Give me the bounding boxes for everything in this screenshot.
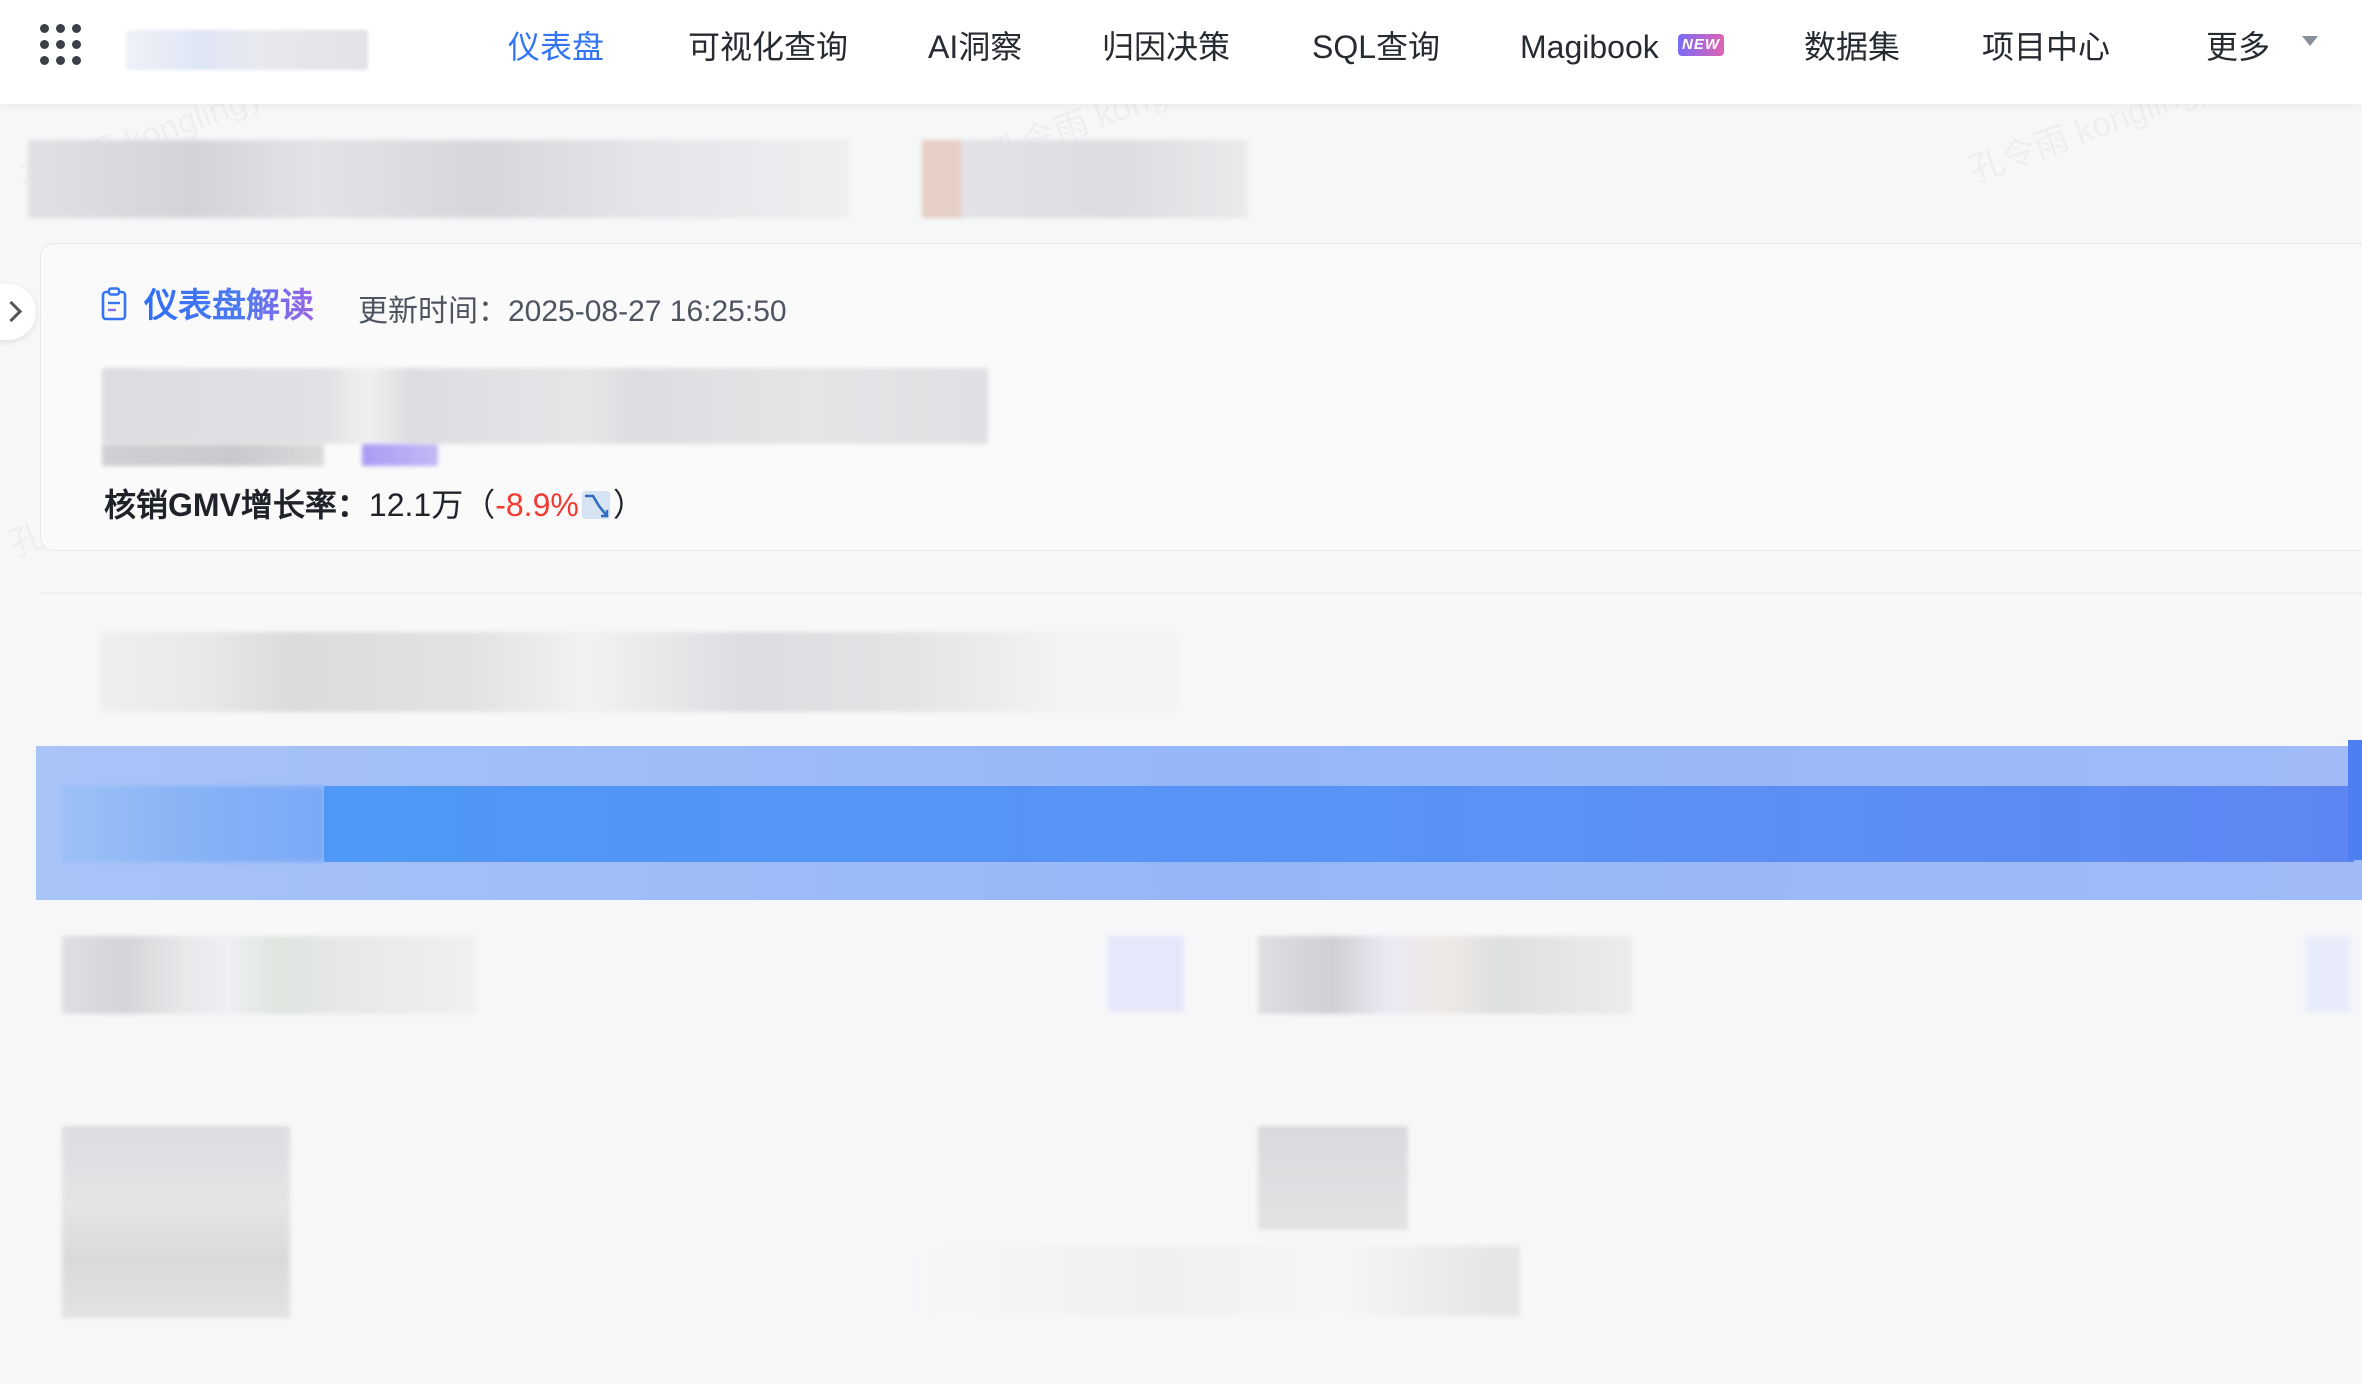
update-time: 更新时间：2025-08-27 16:25:50 [358,295,787,328]
clipboard-icon [101,287,127,321]
close-paren: ） [612,487,645,523]
section-header-redacted [100,632,1180,712]
top-navigation-bar: 仪表盘 可视化查询 AI洞察 归因决策 SQL查询 Magibook NEW 数… [0,0,2362,104]
open-paren: （ [463,487,496,523]
expand-sidebar-button[interactable] [0,284,36,340]
trend-down-icon [581,491,610,519]
nav-attribution[interactable]: 归因决策 [1102,22,1230,72]
widget-badge-redacted [2306,936,2350,1012]
nav-sql-query[interactable]: SQL查询 [1312,22,1440,72]
metric-value: 12.1万 [368,487,464,523]
new-badge: NEW [1678,34,1724,56]
metric-label: 核销GMV增长率： [104,487,369,523]
product-logo[interactable] [126,30,368,70]
nav-more[interactable]: 更多 [2206,22,2270,72]
footer-redacted [920,1246,1520,1316]
nav-visual-query[interactable]: 可视化查询 [688,22,848,72]
nav-magibook[interactable]: Magibook [1520,22,1659,72]
chevron-right-icon [0,300,23,323]
apps-grid-icon[interactable] [38,22,84,68]
widget-title-redacted [1258,936,1632,1014]
band-edge [2348,740,2362,860]
widget-title-redacted [62,936,476,1014]
nav-datasets[interactable]: 数据集 [1804,22,1900,72]
caret-down-icon[interactable] [2302,36,2318,46]
metric-summary: 核销GMV增长率：12.1万（-8.9% ） [104,480,645,526]
nav-dashboard[interactable]: 仪表盘 [508,22,604,72]
metric-change: -8.9% [495,487,579,523]
summary-highlight-redacted [362,444,438,466]
dashboard-title-redacted [28,140,850,218]
nav-ai-insight[interactable]: AI洞察 [928,22,1022,72]
widget-value-redacted [1258,1126,1408,1230]
section-divider [40,592,2362,594]
summary-text-redacted [102,368,988,444]
nav-project-center[interactable]: 项目中心 [1982,22,2110,72]
band-label-redacted [62,786,324,862]
widget-value-redacted [62,1126,290,1318]
summary-title: 仪表盘解读 [144,278,314,327]
dashboard-tag-redacted [922,140,1248,218]
summary-text-redacted [102,444,324,466]
highlight-bar [324,786,2354,862]
widget-badge-redacted [1108,936,1184,1012]
